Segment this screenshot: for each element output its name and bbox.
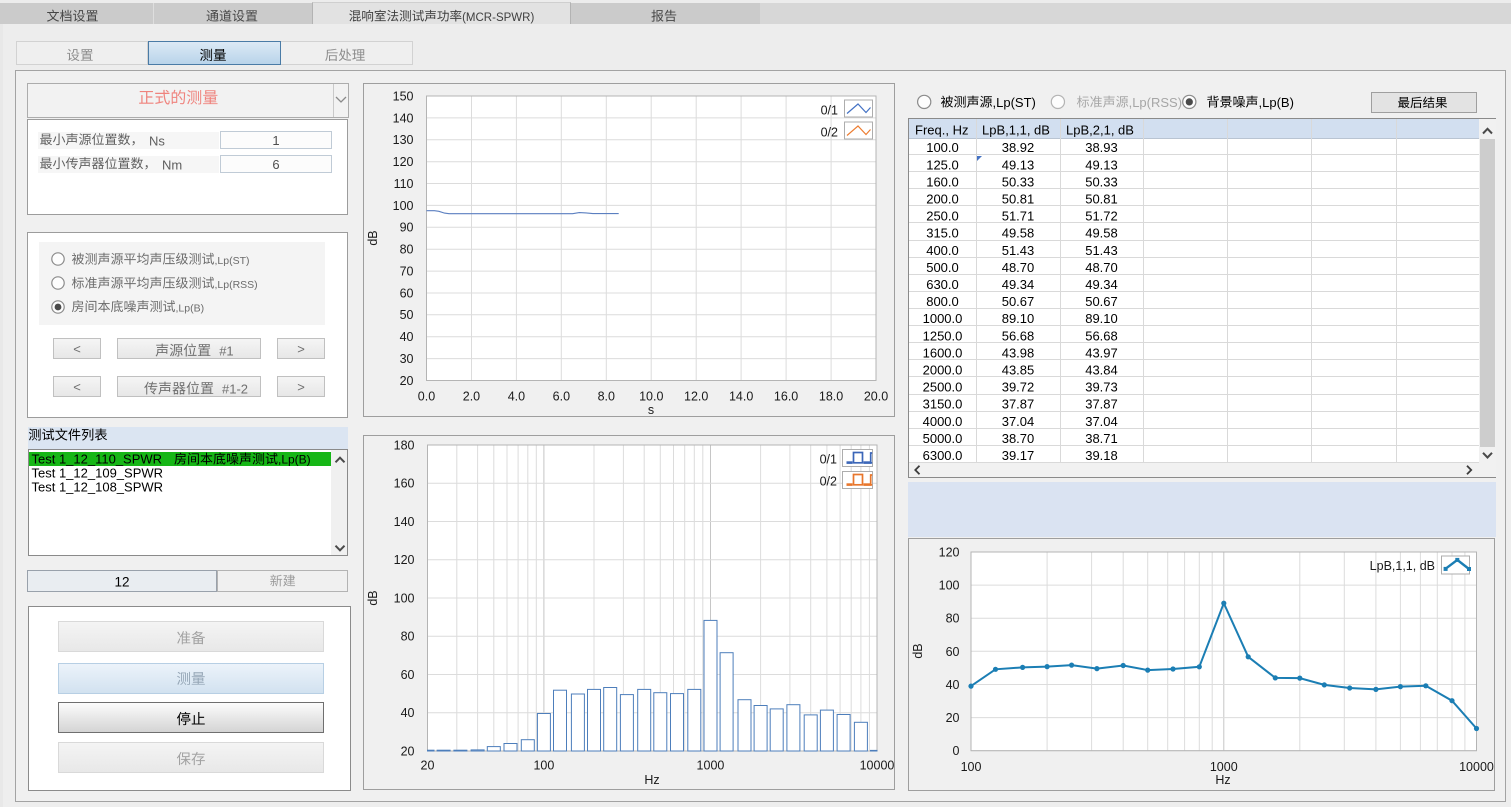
svg-text:4000.0: 4000.0 xyxy=(923,414,963,429)
svg-text:43.85: 43.85 xyxy=(1002,363,1035,378)
svg-text:Freq., Hz: Freq., Hz xyxy=(915,122,968,137)
svg-text:49.58: 49.58 xyxy=(1002,226,1035,241)
svg-text:,Lp(ST): ,Lp(ST) xyxy=(993,95,1036,110)
svg-text:51.71: 51.71 xyxy=(1002,209,1035,224)
svg-text:12: 12 xyxy=(114,574,129,589)
svg-text:100.0: 100.0 xyxy=(926,140,959,155)
svg-text:37.87: 37.87 xyxy=(1085,397,1118,412)
svg-text:2500.0: 2500.0 xyxy=(923,380,963,395)
svg-text:400.0: 400.0 xyxy=(926,243,959,258)
svg-text:630.0: 630.0 xyxy=(926,277,959,292)
svg-text:LpB,2,1, dB: LpB,2,1, dB xyxy=(1066,122,1134,137)
svg-text:,Lp(RSS): ,Lp(RSS) xyxy=(1129,95,1182,110)
svg-text:6: 6 xyxy=(272,157,279,172)
svg-text:38.71: 38.71 xyxy=(1085,431,1118,446)
svg-text:,Lp(B): ,Lp(B) xyxy=(1259,95,1294,110)
svg-text:38.92: 38.92 xyxy=(1002,140,1035,155)
svg-text:39.18: 39.18 xyxy=(1085,448,1118,463)
svg-text:51.43: 51.43 xyxy=(1002,243,1035,258)
svg-text:#1: #1 xyxy=(219,343,233,358)
svg-text:48.70: 48.70 xyxy=(1002,260,1035,275)
svg-text:Ns: Ns xyxy=(149,133,165,148)
svg-text:50.67: 50.67 xyxy=(1085,294,1118,309)
svg-text:Nm: Nm xyxy=(162,157,182,172)
svg-text:49.13: 49.13 xyxy=(1085,157,1118,172)
svg-text:89.10: 89.10 xyxy=(1085,311,1118,326)
svg-text:,Lp(RSS): ,Lp(RSS) xyxy=(215,279,258,291)
svg-text:39.72: 39.72 xyxy=(1002,380,1035,395)
svg-text:39.73: 39.73 xyxy=(1085,380,1118,395)
svg-text:1000.0: 1000.0 xyxy=(923,311,963,326)
svg-text:43.98: 43.98 xyxy=(1002,345,1035,360)
svg-text:3150.0: 3150.0 xyxy=(923,397,963,412)
svg-text:160.0: 160.0 xyxy=(926,174,959,189)
svg-text:(MCR-SPWR): (MCR-SPWR) xyxy=(462,12,534,24)
svg-text:200.0: 200.0 xyxy=(926,192,959,207)
svg-text:800.0: 800.0 xyxy=(926,294,959,309)
svg-text:89.10: 89.10 xyxy=(1002,311,1035,326)
svg-text:,Lp(ST): ,Lp(ST) xyxy=(215,255,250,267)
svg-text:51.43: 51.43 xyxy=(1085,243,1118,258)
svg-text:2000.0: 2000.0 xyxy=(923,363,963,378)
svg-text:>: > xyxy=(297,380,305,395)
svg-text:LpB,1,1, dB: LpB,1,1, dB xyxy=(982,122,1050,137)
svg-text:38.93: 38.93 xyxy=(1085,140,1118,155)
svg-text:37.04: 37.04 xyxy=(1002,414,1035,429)
svg-text:37.04: 37.04 xyxy=(1085,414,1118,429)
svg-text:50.33: 50.33 xyxy=(1002,174,1035,189)
svg-text:1250.0: 1250.0 xyxy=(923,328,963,343)
svg-text:Test 1_12_108_SPWR: Test 1_12_108_SPWR xyxy=(32,480,164,495)
svg-text:50.33: 50.33 xyxy=(1085,174,1118,189)
svg-text:43.84: 43.84 xyxy=(1085,363,1118,378)
svg-text:49.34: 49.34 xyxy=(1085,277,1118,292)
svg-text:39.17: 39.17 xyxy=(1002,448,1035,463)
svg-text:48.70: 48.70 xyxy=(1085,260,1118,275)
svg-text:<: < xyxy=(73,342,81,357)
svg-text:315.0: 315.0 xyxy=(926,226,959,241)
svg-text:49.34: 49.34 xyxy=(1002,277,1035,292)
svg-text:<: < xyxy=(73,380,81,395)
svg-text:Test 1_12_109_SPWR: Test 1_12_109_SPWR xyxy=(32,466,164,481)
svg-text:1: 1 xyxy=(272,133,279,148)
svg-text:49.13: 49.13 xyxy=(1002,157,1035,172)
svg-text:51.72: 51.72 xyxy=(1085,209,1118,224)
svg-text:50.81: 50.81 xyxy=(1002,192,1035,207)
svg-text:500.0: 500.0 xyxy=(926,260,959,275)
svg-text:49.58: 49.58 xyxy=(1085,226,1118,241)
svg-text:6300.0: 6300.0 xyxy=(923,448,963,463)
svg-text:38.70: 38.70 xyxy=(1002,431,1035,446)
svg-text:43.97: 43.97 xyxy=(1085,345,1118,360)
svg-text:50.81: 50.81 xyxy=(1085,192,1118,207)
svg-text:Test 1_12_110_SPWR: Test 1_12_110_SPWR xyxy=(32,452,163,467)
svg-text:56.68: 56.68 xyxy=(1002,328,1035,343)
svg-text:1600.0: 1600.0 xyxy=(923,345,963,360)
svg-text:37.87: 37.87 xyxy=(1002,397,1035,412)
svg-text:5000.0: 5000.0 xyxy=(923,431,963,446)
svg-text:>: > xyxy=(297,342,305,357)
svg-text:125.0: 125.0 xyxy=(926,157,959,172)
svg-text:56.68: 56.68 xyxy=(1085,328,1118,343)
svg-text:,Lp(B): ,Lp(B) xyxy=(278,453,311,467)
svg-text:,Lp(B): ,Lp(B) xyxy=(176,302,205,314)
svg-text:#1-2: #1-2 xyxy=(222,381,248,396)
svg-text:50.67: 50.67 xyxy=(1002,294,1035,309)
svg-text:250.0: 250.0 xyxy=(926,209,959,224)
